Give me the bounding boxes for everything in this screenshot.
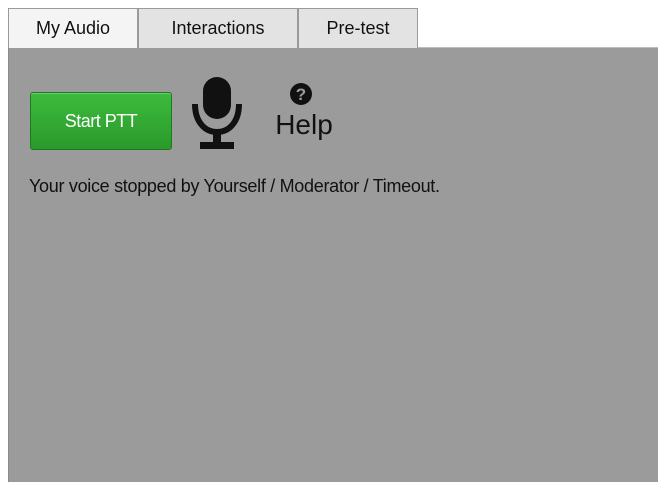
tab-pre-test[interactable]: Pre-test [298,8,418,48]
help-button[interactable]: ? Help [267,82,341,156]
tab-interactions[interactable]: Interactions [138,8,298,48]
question-circle-icon: ? [289,82,313,106]
svg-text:?: ? [296,85,306,104]
microphone-icon [191,76,243,154]
start-ptt-button[interactable]: Start PTT [30,92,172,150]
tab-my-audio[interactable]: My Audio [8,8,138,48]
help-label: Help [275,109,333,140]
voice-status-text: Your voice stopped by Yourself / Moderat… [29,176,440,196]
audio-window: My Audio Interactions Pre-test Start PTT… [0,0,658,482]
my-audio-panel: Start PTT ? Help Your voice stopped by Y… [8,48,658,482]
